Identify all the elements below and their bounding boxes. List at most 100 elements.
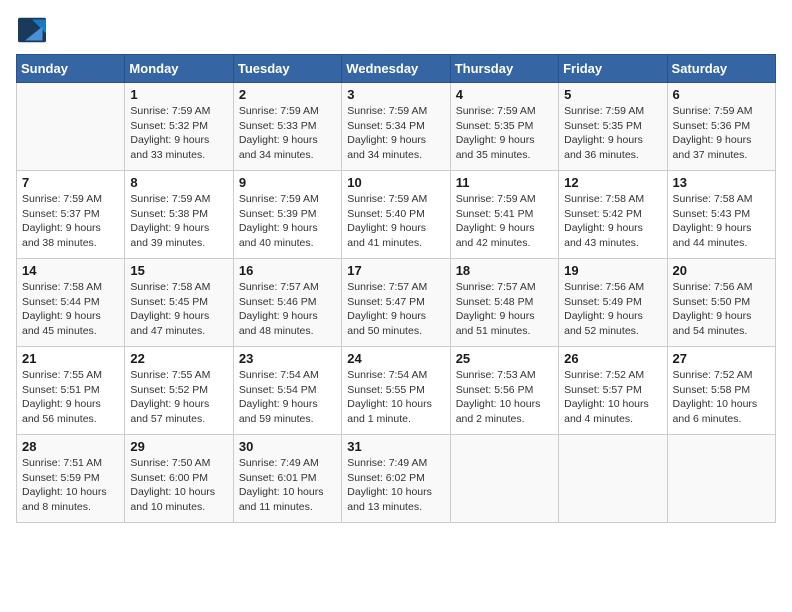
day-info: Sunrise: 7:58 AM Sunset: 5:45 PM Dayligh… <box>130 280 227 339</box>
calendar-cell: 6 Sunrise: 7:59 AM Sunset: 5:36 PM Daylig… <box>667 83 775 171</box>
calendar-cell: 28 Sunrise: 7:51 AM Sunset: 5:59 PM Dayli… <box>17 435 125 523</box>
day-number: 18 <box>456 263 553 278</box>
calendar-week-row: 1 Sunrise: 7:59 AM Sunset: 5:32 PM Daylig… <box>17 83 776 171</box>
day-info: Sunrise: 7:58 AM Sunset: 5:43 PM Dayligh… <box>673 192 770 251</box>
calendar-cell: 17Sunrise: 7:57 AM Sunset: 5:47 PM Dayli… <box>342 259 450 347</box>
calendar-header-row: SundayMondayTuesdayWednesdayThursdayFrid… <box>17 55 776 83</box>
calendar-cell <box>667 435 775 523</box>
day-info: Sunrise: 7:54 AM Sunset: 5:55 PM Dayligh… <box>347 368 444 427</box>
day-number: 24 <box>347 351 444 366</box>
calendar-week-row: 21 Sunrise: 7:55 AM Sunset: 5:51 PM Dayli… <box>17 347 776 435</box>
calendar-cell <box>450 435 558 523</box>
day-number: 26 <box>564 351 661 366</box>
day-number: 27 <box>673 351 770 366</box>
calendar-cell: 16 Sunrise: 7:57 AM Sunset: 5:46 PM Dayli… <box>233 259 341 347</box>
day-number: 1 <box>130 87 227 102</box>
calendar-cell: 2 Sunrise: 7:59 AM Sunset: 5:33 PM Daylig… <box>233 83 341 171</box>
calendar-cell: 20 Sunrise: 7:56 AM Sunset: 5:50 PM Dayli… <box>667 259 775 347</box>
calendar-cell <box>17 83 125 171</box>
calendar-cell: 10Sunrise: 7:59 AM Sunset: 5:40 PM Dayli… <box>342 171 450 259</box>
day-info: Sunrise: 7:59 AM Sunset: 5:39 PM Dayligh… <box>239 192 336 251</box>
day-header-friday: Friday <box>559 55 667 83</box>
day-number: 8 <box>130 175 227 190</box>
day-info: Sunrise: 7:53 AM Sunset: 5:56 PM Dayligh… <box>456 368 553 427</box>
calendar-cell: 11Sunrise: 7:59 AM Sunset: 5:41 PM Dayli… <box>450 171 558 259</box>
day-info: Sunrise: 7:54 AM Sunset: 5:54 PM Dayligh… <box>239 368 336 427</box>
day-info: Sunrise: 7:52 AM Sunset: 5:58 PM Dayligh… <box>673 368 770 427</box>
day-info: Sunrise: 7:56 AM Sunset: 5:49 PM Dayligh… <box>564 280 661 339</box>
calendar-cell: 29 Sunrise: 7:50 AM Sunset: 6:00 PM Dayli… <box>125 435 233 523</box>
day-number: 15 <box>130 263 227 278</box>
calendar-week-row: 28 Sunrise: 7:51 AM Sunset: 5:59 PM Dayli… <box>17 435 776 523</box>
calendar-cell: 31 Sunrise: 7:49 AM Sunset: 6:02 PM Dayli… <box>342 435 450 523</box>
day-info: Sunrise: 7:59 AM Sunset: 5:35 PM Dayligh… <box>564 104 661 163</box>
day-number: 21 <box>22 351 119 366</box>
logo <box>16 16 50 44</box>
day-number: 22 <box>130 351 227 366</box>
day-header-sunday: Sunday <box>17 55 125 83</box>
day-number: 11 <box>456 175 553 190</box>
day-info: Sunrise: 7:56 AM Sunset: 5:50 PM Dayligh… <box>673 280 770 339</box>
calendar-cell: 4Sunrise: 7:59 AM Sunset: 5:35 PM Daylig… <box>450 83 558 171</box>
calendar-table: SundayMondayTuesdayWednesdayThursdayFrid… <box>16 54 776 523</box>
calendar-cell: 9 Sunrise: 7:59 AM Sunset: 5:39 PM Daylig… <box>233 171 341 259</box>
day-number: 7 <box>22 175 119 190</box>
calendar-cell: 25 Sunrise: 7:53 AM Sunset: 5:56 PM Dayli… <box>450 347 558 435</box>
calendar-cell: 5 Sunrise: 7:59 AM Sunset: 5:35 PM Daylig… <box>559 83 667 171</box>
day-info: Sunrise: 7:50 AM Sunset: 6:00 PM Dayligh… <box>130 456 227 515</box>
day-number: 12 <box>564 175 661 190</box>
day-number: 31 <box>347 439 444 454</box>
day-info: Sunrise: 7:59 AM Sunset: 5:40 PM Dayligh… <box>347 192 444 251</box>
calendar-cell: 13 Sunrise: 7:58 AM Sunset: 5:43 PM Dayli… <box>667 171 775 259</box>
logo-icon <box>16 16 48 44</box>
calendar-cell: 12 Sunrise: 7:58 AM Sunset: 5:42 PM Dayli… <box>559 171 667 259</box>
day-info: Sunrise: 7:49 AM Sunset: 6:02 PM Dayligh… <box>347 456 444 515</box>
calendar-cell: 18 Sunrise: 7:57 AM Sunset: 5:48 PM Dayli… <box>450 259 558 347</box>
day-number: 9 <box>239 175 336 190</box>
day-number: 14 <box>22 263 119 278</box>
calendar-cell: 3Sunrise: 7:59 AM Sunset: 5:34 PM Daylig… <box>342 83 450 171</box>
day-info: Sunrise: 7:59 AM Sunset: 5:38 PM Dayligh… <box>130 192 227 251</box>
day-info: Sunrise: 7:59 AM Sunset: 5:37 PM Dayligh… <box>22 192 119 251</box>
calendar-cell: 30 Sunrise: 7:49 AM Sunset: 6:01 PM Dayli… <box>233 435 341 523</box>
calendar-cell: 24 Sunrise: 7:54 AM Sunset: 5:55 PM Dayli… <box>342 347 450 435</box>
calendar-cell: 26Sunrise: 7:52 AM Sunset: 5:57 PM Dayli… <box>559 347 667 435</box>
day-info: Sunrise: 7:58 AM Sunset: 5:42 PM Dayligh… <box>564 192 661 251</box>
calendar-week-row: 14 Sunrise: 7:58 AM Sunset: 5:44 PM Dayli… <box>17 259 776 347</box>
day-number: 6 <box>673 87 770 102</box>
day-info: Sunrise: 7:59 AM Sunset: 5:32 PM Dayligh… <box>130 104 227 163</box>
calendar-cell: 14 Sunrise: 7:58 AM Sunset: 5:44 PM Dayli… <box>17 259 125 347</box>
day-number: 23 <box>239 351 336 366</box>
day-info: Sunrise: 7:58 AM Sunset: 5:44 PM Dayligh… <box>22 280 119 339</box>
day-number: 28 <box>22 439 119 454</box>
calendar-cell: 22 Sunrise: 7:55 AM Sunset: 5:52 PM Dayli… <box>125 347 233 435</box>
day-number: 20 <box>673 263 770 278</box>
calendar-cell: 1 Sunrise: 7:59 AM Sunset: 5:32 PM Daylig… <box>125 83 233 171</box>
day-number: 30 <box>239 439 336 454</box>
day-number: 2 <box>239 87 336 102</box>
day-info: Sunrise: 7:55 AM Sunset: 5:51 PM Dayligh… <box>22 368 119 427</box>
page-header <box>16 16 776 44</box>
calendar-cell: 21 Sunrise: 7:55 AM Sunset: 5:51 PM Dayli… <box>17 347 125 435</box>
day-number: 13 <box>673 175 770 190</box>
day-number: 5 <box>564 87 661 102</box>
calendar-cell: 23 Sunrise: 7:54 AM Sunset: 5:54 PM Dayli… <box>233 347 341 435</box>
day-info: Sunrise: 7:55 AM Sunset: 5:52 PM Dayligh… <box>130 368 227 427</box>
day-info: Sunrise: 7:51 AM Sunset: 5:59 PM Dayligh… <box>22 456 119 515</box>
day-info: Sunrise: 7:59 AM Sunset: 5:35 PM Dayligh… <box>456 104 553 163</box>
day-info: Sunrise: 7:59 AM Sunset: 5:36 PM Dayligh… <box>673 104 770 163</box>
day-number: 29 <box>130 439 227 454</box>
day-number: 16 <box>239 263 336 278</box>
day-header-tuesday: Tuesday <box>233 55 341 83</box>
day-number: 25 <box>456 351 553 366</box>
day-number: 17 <box>347 263 444 278</box>
day-header-saturday: Saturday <box>667 55 775 83</box>
day-info: Sunrise: 7:59 AM Sunset: 5:33 PM Dayligh… <box>239 104 336 163</box>
day-info: Sunrise: 7:57 AM Sunset: 5:46 PM Dayligh… <box>239 280 336 339</box>
day-header-monday: Monday <box>125 55 233 83</box>
calendar-cell <box>559 435 667 523</box>
day-info: Sunrise: 7:49 AM Sunset: 6:01 PM Dayligh… <box>239 456 336 515</box>
day-info: Sunrise: 7:57 AM Sunset: 5:48 PM Dayligh… <box>456 280 553 339</box>
day-header-wednesday: Wednesday <box>342 55 450 83</box>
day-info: Sunrise: 7:59 AM Sunset: 5:34 PM Dayligh… <box>347 104 444 163</box>
